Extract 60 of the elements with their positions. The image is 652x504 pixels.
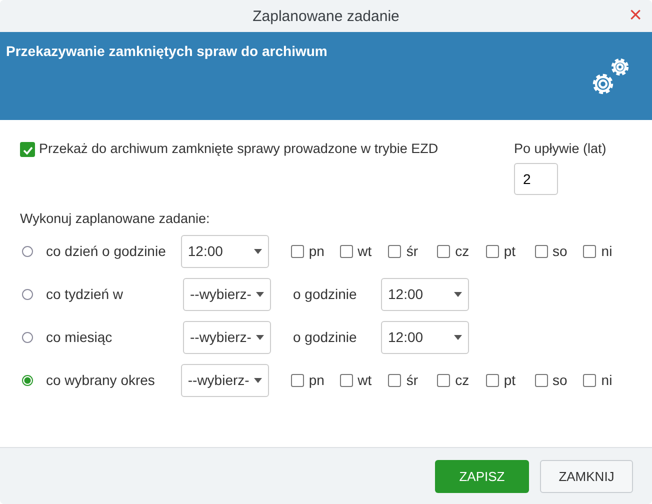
day-label: so [552, 243, 568, 259]
field-label: Po upływie (lat) [514, 141, 608, 156]
checkbox[interactable] [437, 244, 450, 258]
day-label: śr [406, 243, 418, 259]
close-button[interactable]: × [629, 4, 642, 26]
checkbox[interactable] [583, 244, 596, 258]
dropdown[interactable]: --wybierz- [183, 320, 271, 354]
time-label: o godzinie [293, 286, 358, 302]
caret-icon [254, 378, 262, 382]
checkbox[interactable] [290, 374, 304, 386]
checkbox[interactable] [388, 244, 402, 258]
day-label: pt [504, 243, 516, 259]
checkbox[interactable] [388, 374, 402, 386]
checkbox[interactable] [534, 244, 548, 258]
close-dialog-button[interactable]: ZAMKNIJ [540, 460, 633, 492]
section-label: Wykonuj zaplanowane zadanie: [20, 211, 211, 226]
checkbox[interactable] [20, 142, 35, 157]
checkbox[interactable] [340, 374, 353, 386]
dropdown[interactable]: --wybierz- [183, 278, 271, 310]
header-title: Przekazywanie zamkniętych spraw do archiwum [6, 43, 328, 61]
caret-icon [254, 248, 262, 254]
radio-button[interactable] [22, 288, 33, 300]
dropdown[interactable]: --wybierz- [180, 364, 269, 396]
save-button[interactable]: ZAPISZ [435, 460, 529, 492]
caret-icon [454, 334, 462, 340]
radio-label: co miesiąc [46, 329, 114, 345]
caret-icon [256, 292, 264, 296]
checkbox[interactable] [340, 244, 353, 258]
caret-icon [454, 292, 462, 296]
window-title: Zaplanowane zadanie [252, 8, 400, 24]
radio-label: co dzień o godzinie [46, 243, 167, 259]
day-label: cz [455, 243, 470, 259]
checkbox[interactable] [290, 244, 304, 258]
dropdown[interactable]: 12:00 [180, 234, 269, 268]
day-label: ni [601, 372, 612, 388]
radio-button[interactable] [22, 246, 33, 256]
radio-button[interactable] [22, 332, 33, 342]
checkbox[interactable] [437, 374, 450, 386]
time-dropdown[interactable]: 12:00 [381, 278, 469, 310]
day-label: wt [358, 243, 372, 259]
checkbox[interactable] [486, 374, 499, 386]
day-label: so [552, 372, 568, 388]
radio-label: co tydzień w [46, 286, 124, 302]
day-label: pn [308, 243, 324, 259]
day-label: wt [358, 372, 372, 388]
radio-label: co wybrany okres [46, 372, 156, 388]
day-label: pn [308, 372, 324, 388]
day-label: pt [504, 372, 516, 388]
day-label: śr [406, 372, 418, 388]
caret-icon [256, 334, 264, 340]
time-dropdown[interactable]: 12:00 [381, 320, 469, 354]
checkbox[interactable] [486, 244, 499, 258]
years-input-field[interactable]: 2 [514, 163, 558, 195]
checkbox[interactable] [583, 374, 596, 386]
day-label: ni [601, 243, 612, 259]
day-label: cz [455, 372, 470, 388]
radio-button[interactable] [22, 374, 33, 386]
checkbox-label: Przekaż do archiwum zamknięte sprawy prowadzone w trybie EZD [39, 141, 438, 156]
checkbox[interactable] [534, 374, 548, 386]
time-label: o godzinie [293, 329, 358, 345]
